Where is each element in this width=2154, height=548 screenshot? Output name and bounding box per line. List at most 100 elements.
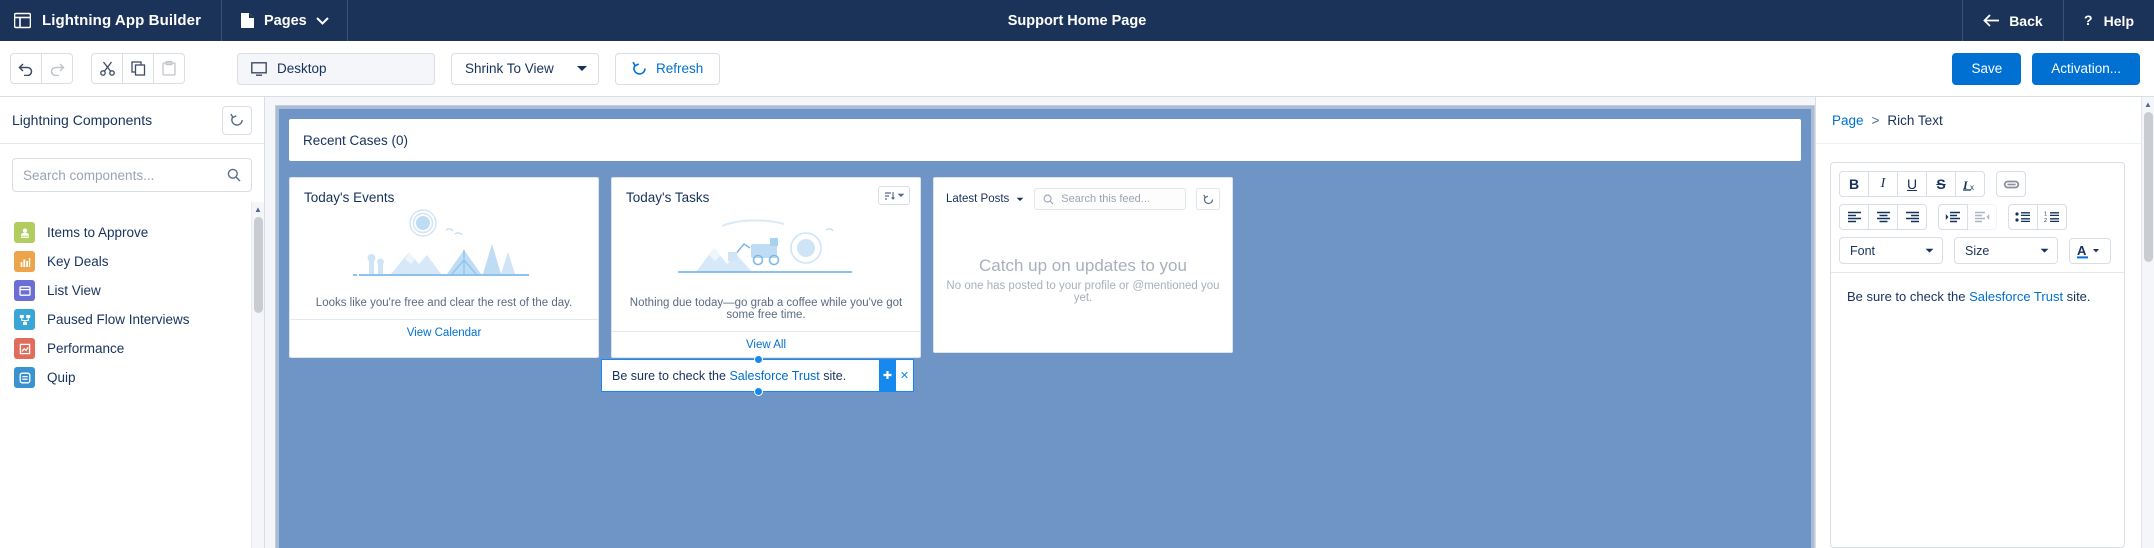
underline-button[interactable]: U (1897, 171, 1927, 197)
desktop-icon (251, 61, 267, 76)
font-family-label: Font (1850, 243, 1876, 258)
scroll-up-arrow[interactable]: ▲ (2144, 97, 2152, 109)
move-icon[interactable]: ✚ (879, 360, 896, 391)
canvas-regions: Recent Cases (0) Today's Events Looks li… (279, 109, 1811, 548)
rich-text-suffix: site. (819, 368, 847, 383)
todays-events-card[interactable]: Today's Events Looks like you're free an… (289, 177, 599, 358)
components-panel-header: Lightning Components (0, 97, 264, 144)
component-item-quip[interactable]: Quip (0, 363, 264, 392)
font-size-select[interactable]: Size (1954, 237, 2058, 264)
align-left-button[interactable] (1839, 204, 1869, 230)
bullet-list-button[interactable] (2008, 204, 2038, 230)
page-icon (240, 12, 255, 29)
components-search-box[interactable] (12, 158, 252, 192)
search-icon (1043, 194, 1054, 205)
help-button[interactable]: ? Help (2062, 0, 2154, 41)
components-panel-title: Lightning Components (12, 112, 153, 128)
search-input[interactable] (23, 167, 227, 183)
toolbar-actions: Save Activation... (1952, 52, 2142, 85)
page-canvas[interactable]: Recent Cases (0) Today's Events Looks li… (275, 105, 1815, 548)
font-family-select[interactable]: Font (1839, 237, 1943, 264)
component-label: Items to Approve (47, 225, 149, 240)
indent-group (1938, 204, 1997, 230)
feed-refresh-button[interactable] (1196, 188, 1220, 210)
view-all-link[interactable]: View All (612, 331, 920, 357)
zoom-selector[interactable]: Shrink To View (451, 52, 599, 85)
app-header: Lightning App Builder Pages Support Home… (0, 0, 2154, 41)
clear-formatting-button[interactable]: Ix (1955, 171, 1985, 197)
activation-button[interactable]: Activation... (2032, 52, 2140, 85)
back-button[interactable]: Back (1962, 0, 2062, 41)
search-icon (227, 168, 241, 182)
breadcrumb: Page > Rich Text (1816, 97, 2141, 144)
component-item-items-to-approve[interactable]: Items to Approve (0, 218, 264, 247)
viewport-label: Desktop (277, 61, 327, 76)
feed-search-input[interactable]: Search this feed... (1034, 188, 1186, 210)
chevron-down-icon (1925, 248, 1934, 254)
header-actions: Back ? Help (1962, 0, 2154, 41)
pages-menu[interactable]: Pages (222, 0, 348, 41)
save-button[interactable]: Save (1952, 52, 2022, 85)
tasks-sort-button[interactable] (878, 186, 910, 205)
recent-cases-label: Recent Cases (0) (303, 132, 409, 148)
italic-button[interactable]: I (1868, 171, 1898, 197)
indent-button[interactable] (1938, 204, 1968, 230)
text-color-icon: A (2077, 243, 2103, 259)
resize-handle-bottom[interactable] (753, 387, 763, 396)
bold-button[interactable]: B (1839, 171, 1869, 197)
arrow-left-icon (1983, 14, 2000, 27)
recent-cases-region[interactable]: Recent Cases (0) (289, 119, 1801, 161)
cut-button[interactable] (91, 53, 123, 84)
component-item-performance[interactable]: Performance (0, 334, 264, 363)
components-scrollbar[interactable]: ▲ (251, 202, 264, 548)
page-scrollbar[interactable]: ▲ (2141, 97, 2154, 548)
component-item-key-deals[interactable]: Key Deals (0, 247, 264, 276)
feed-filter-dropdown[interactable]: Latest Posts (946, 193, 1024, 205)
todays-events-title: Today's Events (304, 190, 395, 205)
svg-text:x: x (1970, 183, 1974, 191)
link-button[interactable] (1996, 171, 2026, 197)
editor-salesforce-trust-link[interactable]: Salesforce Trust (1969, 289, 2063, 304)
rich-text-toolbar: B I U S Ix 1 2 Font Size A (1831, 163, 2124, 272)
scrollbar-thumb[interactable] (2143, 112, 2153, 262)
chevron-down-icon (576, 65, 588, 72)
todays-tasks-subtitle: Nothing due today—go grab a coffee while… (629, 297, 903, 321)
builder-body: Lightning Components Items to Approve (0, 97, 2154, 548)
component-label: List View (47, 283, 101, 298)
text-color-button[interactable]: A (2069, 237, 2111, 264)
copy-button[interactable] (122, 53, 154, 84)
outdent-button[interactable] (1967, 204, 1997, 230)
component-item-paused-flow-interviews[interactable]: Paused Flow Interviews (0, 305, 264, 334)
rich-text-content-area[interactable]: Be sure to check the Salesforce Trust si… (1831, 272, 2124, 547)
redo-button[interactable] (41, 53, 73, 84)
clipboard-buttons (91, 53, 185, 84)
todays-tasks-title: Today's Tasks (626, 190, 710, 205)
salesforce-trust-link[interactable]: Salesforce Trust (729, 369, 819, 383)
feed-region[interactable]: Latest Posts Search this feed... Catch u… (933, 177, 1233, 353)
component-item-list-view[interactable]: List View (0, 276, 264, 305)
undo-button[interactable] (10, 53, 42, 84)
viewport-selector[interactable]: Desktop (237, 52, 435, 85)
rich-text-toolbar-row-2: 12 (1839, 204, 2116, 230)
close-icon[interactable]: ✕ (896, 360, 913, 391)
components-list: Items to Approve Key Deals List View Pau… (0, 202, 264, 548)
component-label: Key Deals (47, 254, 109, 269)
numbered-list-button[interactable]: 12 (2037, 204, 2067, 230)
align-center-button[interactable] (1868, 204, 1898, 230)
paste-button[interactable] (153, 53, 185, 84)
components-refresh-button[interactable] (222, 105, 252, 135)
paste-icon (162, 60, 176, 76)
align-right-button[interactable] (1897, 204, 1927, 230)
strikethrough-button[interactable]: S (1926, 171, 1956, 197)
sort-icon (884, 191, 895, 201)
todays-tasks-card[interactable]: Today's Tasks Nothing due today—go grab … (611, 177, 921, 358)
breadcrumb-page-link[interactable]: Page (1832, 113, 1864, 128)
resize-handle-top[interactable] (753, 355, 763, 364)
app-brand-label: Lightning App Builder (42, 12, 202, 29)
chevron-down-icon (2040, 248, 2049, 254)
feed-empty-state: Catch up on updates to you No one has po… (946, 210, 1220, 304)
selected-rich-text-component[interactable]: Be sure to check the Salesforce Trust si… (601, 355, 914, 396)
view-calendar-link[interactable]: View Calendar (290, 319, 598, 345)
refresh-button[interactable]: Refresh (615, 52, 721, 85)
selected-rich-text-content: Be sure to check the Salesforce Trust si… (612, 369, 846, 383)
